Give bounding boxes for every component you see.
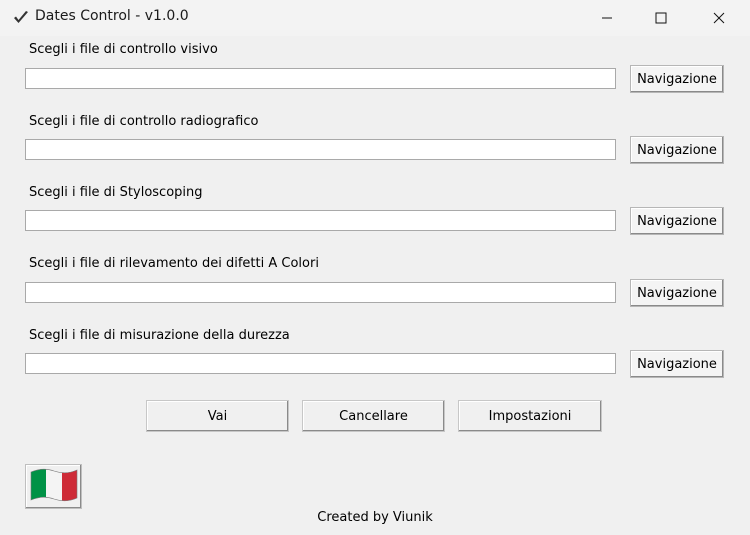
title-bar: Dates Control - v1.0.0 [0,0,750,36]
row-label-color-defect-detection: Scegli i file di rilevamento dei difetti… [29,256,319,271]
browse-button-hardness-measurement[interactable]: Navigazione [630,350,724,378]
row-label-hardness-measurement: Scegli i file di misurazione della durez… [29,328,290,343]
file-path-input-styloscoping[interactable] [25,210,616,231]
browse-button-radiographic-control[interactable]: Navigazione [630,136,724,164]
settings-button[interactable]: Impostazioni [458,400,602,432]
window-title: Dates Control - v1.0.0 [35,8,189,24]
cancel-button[interactable]: Cancellare [302,400,445,432]
footer-credit: Created by Viunik [317,510,433,525]
minimize-button[interactable] [584,0,630,36]
file-path-input-color-defect-detection[interactable] [25,282,616,303]
language-button[interactable] [25,464,82,509]
file-path-input-radiographic-control[interactable] [25,139,616,160]
file-path-input-hardness-measurement[interactable] [25,353,616,374]
row-label-radiographic-control: Scegli i file di controllo radiografico [29,114,259,129]
close-icon [713,12,725,24]
row-label-visual-control: Scegli i file di controllo visivo [29,42,218,57]
go-button[interactable]: Vai [146,400,289,432]
minimize-icon [601,12,613,24]
file-path-input-visual-control[interactable] [25,68,616,89]
maximize-icon [655,12,667,24]
browse-button-visual-control[interactable]: Navigazione [630,65,724,93]
checkmark-icon [12,9,30,27]
browse-button-color-defect-detection[interactable]: Navigazione [630,279,724,307]
italy-flag-icon [29,466,79,508]
close-button[interactable] [696,0,742,36]
browse-button-styloscoping[interactable]: Navigazione [630,207,724,235]
maximize-button[interactable] [638,0,684,36]
row-label-styloscoping: Scegli i file di Styloscoping [29,185,203,200]
